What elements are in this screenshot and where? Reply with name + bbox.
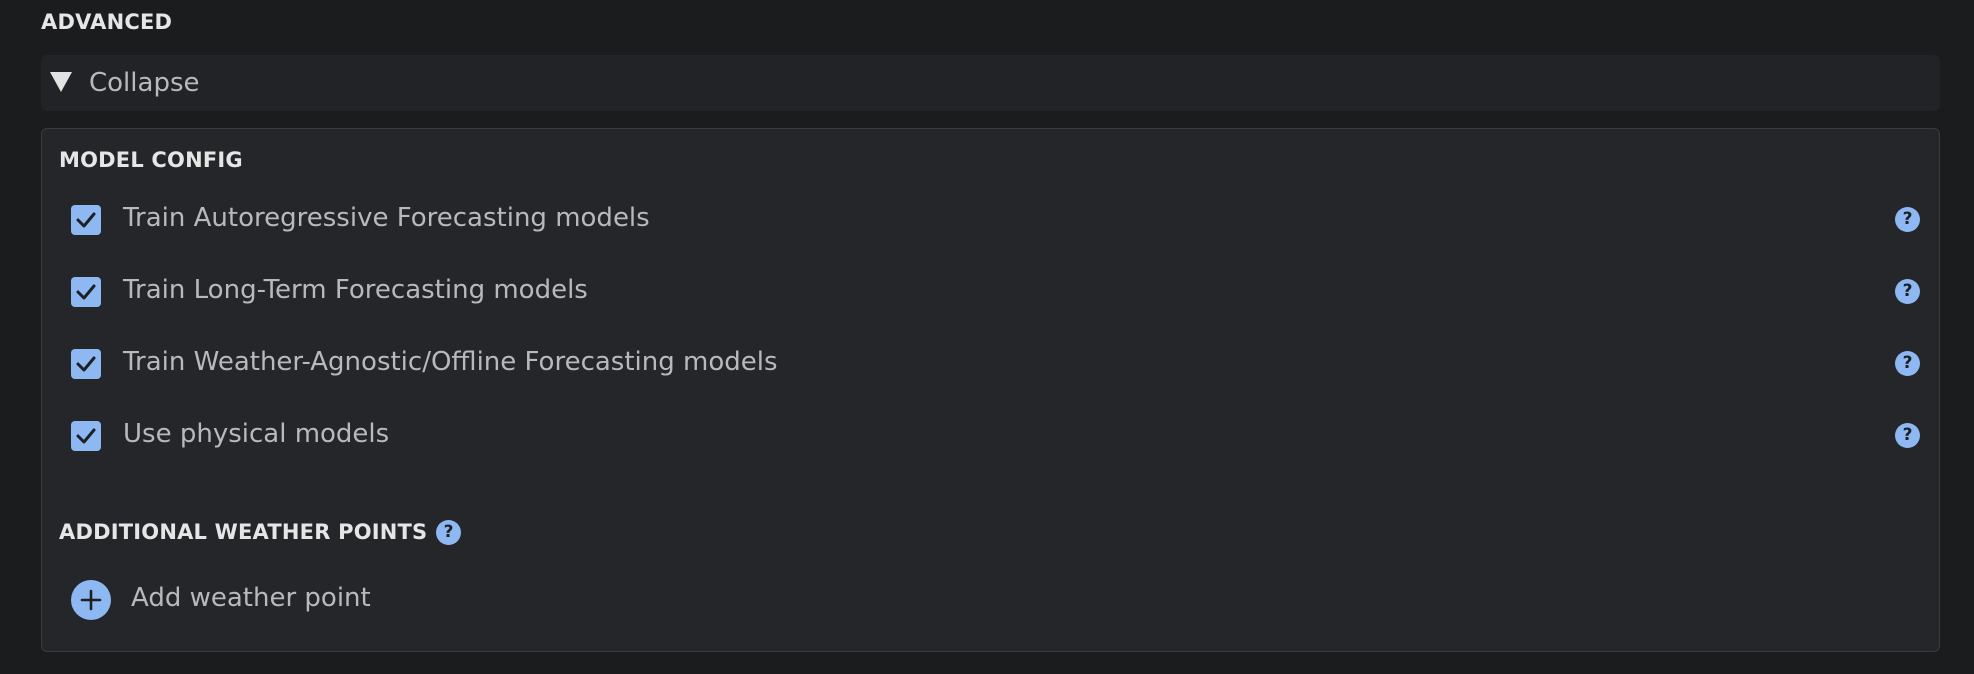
long-term-label: Train Long-Term Forecasting models [123, 275, 588, 305]
long-term-checkbox[interactable] [71, 277, 101, 307]
question-circle-icon[interactable]: ? [1895, 423, 1920, 448]
checkmark-icon [76, 428, 96, 444]
option-physical-models: Use physical models ? [71, 417, 1935, 457]
advanced-heading: ADVANCED [41, 10, 173, 34]
physical-models-checkbox[interactable] [71, 421, 101, 451]
question-circle-icon[interactable]: ? [1895, 207, 1920, 232]
question-circle-icon[interactable]: ? [1895, 351, 1920, 376]
option-autoregressive: Train Autoregressive Forecasting models … [71, 201, 1935, 241]
question-circle-icon[interactable]: ? [436, 520, 461, 545]
collapse-label: Collapse [89, 68, 200, 98]
autoregressive-checkbox[interactable] [71, 205, 101, 235]
add-weather-point-button[interactable]: Add weather point [71, 580, 471, 622]
advanced-settings-page: ADVANCED Collapse MODEL CONFIG Train Aut… [0, 0, 1974, 674]
model-config-heading: MODEL CONFIG [59, 148, 243, 172]
advanced-panel: MODEL CONFIG Train Autoregressive Foreca… [41, 128, 1940, 652]
weather-agnostic-label: Train Weather-Agnostic/Offline Forecasti… [123, 347, 778, 377]
option-weather-agnostic: Train Weather-Agnostic/Offline Forecasti… [71, 345, 1935, 385]
add-weather-point-label: Add weather point [131, 583, 371, 613]
option-long-term: Train Long-Term Forecasting models ? [71, 273, 1935, 313]
question-circle-icon[interactable]: ? [1895, 279, 1920, 304]
autoregressive-label: Train Autoregressive Forecasting models [123, 203, 650, 233]
weather-points-heading: ADDITIONAL WEATHER POINTS [59, 520, 428, 544]
checkmark-icon [76, 212, 96, 228]
physical-models-label: Use physical models [123, 419, 390, 449]
weather-agnostic-checkbox[interactable] [71, 349, 101, 379]
checkmark-icon [76, 356, 96, 372]
triangle-down-icon [50, 72, 72, 92]
collapse-toggle[interactable]: Collapse [41, 55, 1940, 111]
plus-circle-icon [71, 580, 111, 620]
checkmark-icon [76, 284, 96, 300]
